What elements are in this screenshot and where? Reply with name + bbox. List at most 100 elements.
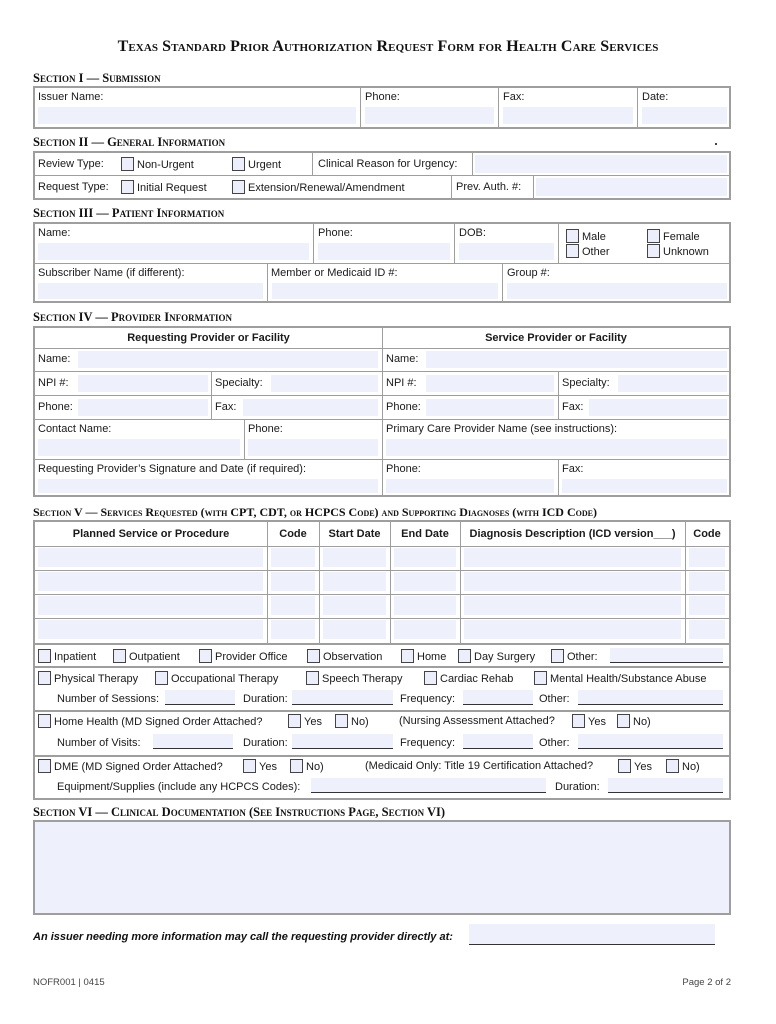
hh-duration-field[interactable] xyxy=(292,734,393,749)
sessions-field[interactable] xyxy=(165,690,235,705)
therapy-duration-field[interactable] xyxy=(292,690,393,705)
title19-yes-checkbox[interactable] xyxy=(618,759,631,773)
outpatient-option[interactable]: Outpatient xyxy=(113,649,180,663)
observation-checkbox[interactable] xyxy=(307,649,320,663)
start-date-field[interactable] xyxy=(323,620,386,639)
speech-therapy-option[interactable]: Speech Therapy xyxy=(306,671,403,685)
start-date-field[interactable] xyxy=(323,596,386,615)
diagnosis-field[interactable] xyxy=(464,596,681,615)
pcp-phone-field[interactable] xyxy=(386,479,554,493)
issuer-phone-field[interactable] xyxy=(365,107,494,124)
extension-option[interactable]: Extension/Renewal/Amendment xyxy=(232,180,405,194)
other-setting-option[interactable]: Other: xyxy=(551,649,598,663)
inpatient-checkbox[interactable] xyxy=(38,649,51,663)
member-id-field[interactable] xyxy=(272,283,498,299)
diagnosis-field[interactable] xyxy=(464,572,681,591)
visits-field[interactable] xyxy=(153,734,233,749)
urgent-checkbox[interactable] xyxy=(232,157,245,171)
day-surgery-option[interactable]: Day Surgery xyxy=(458,649,535,663)
equipment-field[interactable] xyxy=(311,778,546,793)
req-specialty-field[interactable] xyxy=(271,375,378,392)
provider-phone-field[interactable] xyxy=(469,924,715,945)
patient-phone-field[interactable] xyxy=(318,243,450,260)
male-checkbox[interactable] xyxy=(566,229,579,243)
service-field[interactable] xyxy=(38,548,263,567)
group-field[interactable] xyxy=(507,283,727,299)
end-date-field[interactable] xyxy=(394,548,456,567)
svc-phone-field[interactable] xyxy=(426,399,554,416)
issuer-name-field[interactable] xyxy=(38,107,356,124)
service-field[interactable] xyxy=(38,596,263,615)
hh-order-no-checkbox[interactable] xyxy=(335,714,348,728)
unknown-checkbox[interactable] xyxy=(647,244,660,258)
req-npi-field[interactable] xyxy=(78,375,208,392)
code-field[interactable] xyxy=(271,620,315,639)
cardiac-rehab-option[interactable]: Cardiac Rehab xyxy=(424,671,513,685)
mental-health-checkbox[interactable] xyxy=(534,671,547,685)
dme-option[interactable]: DME (MD Signed Order Attached? xyxy=(38,759,223,773)
issuer-fax-field[interactable] xyxy=(503,107,633,124)
signature-field[interactable] xyxy=(38,479,378,493)
therapy-other-field[interactable] xyxy=(578,690,723,705)
hh-order-no-option[interactable]: No) xyxy=(335,714,369,728)
sex-female-option[interactable]: Female xyxy=(647,229,700,243)
therapy-frequency-field[interactable] xyxy=(463,690,533,705)
req-fax-field[interactable] xyxy=(243,399,378,416)
outpatient-checkbox[interactable] xyxy=(113,649,126,663)
dob-field[interactable] xyxy=(459,243,554,260)
code-field[interactable] xyxy=(271,596,315,615)
dme-order-no-checkbox[interactable] xyxy=(290,759,303,773)
contact-phone-field[interactable] xyxy=(248,439,378,456)
hh-other-field[interactable] xyxy=(578,734,723,749)
speech-therapy-checkbox[interactable] xyxy=(306,671,319,685)
req-phone-field[interactable] xyxy=(78,399,208,416)
hh-order-yes-checkbox[interactable] xyxy=(288,714,301,728)
end-date-field[interactable] xyxy=(394,620,456,639)
clinical-documentation-field[interactable] xyxy=(33,820,731,915)
nursing-no-option[interactable]: No) xyxy=(617,714,651,728)
subscriber-name-field[interactable] xyxy=(38,283,263,299)
initial-request-checkbox[interactable] xyxy=(121,180,134,194)
code-field[interactable] xyxy=(271,548,315,567)
hh-order-yes-option[interactable]: Yes xyxy=(288,714,322,728)
sex-male-option[interactable]: Male xyxy=(566,229,606,243)
mental-health-option[interactable]: Mental Health/Substance Abuse xyxy=(534,671,707,685)
dme-order-no-option[interactable]: No) xyxy=(290,759,324,773)
other-setting-field[interactable] xyxy=(610,648,723,663)
req-name-field[interactable] xyxy=(78,351,378,368)
sex-unknown-option[interactable]: Unknown xyxy=(647,244,709,258)
home-checkbox[interactable] xyxy=(401,649,414,663)
provider-office-option[interactable]: Provider Office xyxy=(199,649,288,663)
observation-option[interactable]: Observation xyxy=(307,649,382,663)
dme-order-yes-checkbox[interactable] xyxy=(243,759,256,773)
clinical-reason-field[interactable] xyxy=(475,155,727,173)
dx-code-field[interactable] xyxy=(689,620,725,639)
occupational-therapy-option[interactable]: Occupational Therapy xyxy=(155,671,278,685)
urgent-option[interactable]: Urgent xyxy=(232,157,281,171)
nursing-yes-option[interactable]: Yes xyxy=(572,714,606,728)
service-field[interactable] xyxy=(38,572,263,591)
female-checkbox[interactable] xyxy=(647,229,660,243)
non-urgent-option[interactable]: Non-Urgent xyxy=(121,157,194,171)
dme-order-yes-option[interactable]: Yes xyxy=(243,759,277,773)
physical-therapy-checkbox[interactable] xyxy=(38,671,51,685)
initial-request-option[interactable]: Initial Request xyxy=(121,180,207,194)
code-field[interactable] xyxy=(271,572,315,591)
dme-duration-field[interactable] xyxy=(608,778,723,793)
svc-specialty-field[interactable] xyxy=(618,375,727,392)
cardiac-rehab-checkbox[interactable] xyxy=(424,671,437,685)
pcp-fax-field[interactable] xyxy=(562,479,727,493)
physical-therapy-option[interactable]: Physical Therapy xyxy=(38,671,138,685)
dx-code-field[interactable] xyxy=(689,572,725,591)
start-date-field[interactable] xyxy=(323,572,386,591)
day-surgery-checkbox[interactable] xyxy=(458,649,471,663)
prev-auth-field[interactable] xyxy=(536,178,727,196)
other-setting-checkbox[interactable] xyxy=(551,649,564,663)
dx-code-field[interactable] xyxy=(689,548,725,567)
nursing-yes-checkbox[interactable] xyxy=(572,714,585,728)
svc-npi-field[interactable] xyxy=(426,375,554,392)
title19-no-option[interactable]: No) xyxy=(666,759,700,773)
hh-frequency-field[interactable] xyxy=(463,734,533,749)
end-date-field[interactable] xyxy=(394,596,456,615)
occupational-therapy-checkbox[interactable] xyxy=(155,671,168,685)
